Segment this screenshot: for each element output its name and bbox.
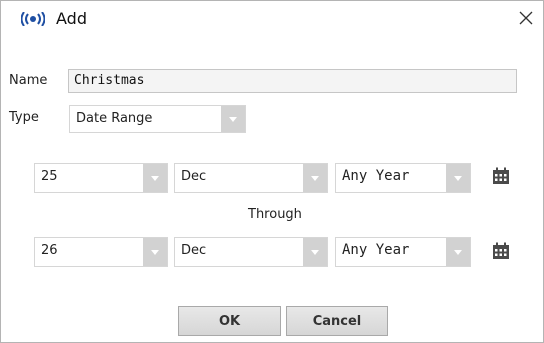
close-icon [519, 11, 533, 25]
chevron-down-icon [303, 238, 327, 266]
chevron-down-icon [446, 238, 470, 266]
ok-button[interactable]: OK [178, 306, 281, 336]
type-dropdown[interactable]: Date Range [69, 105, 246, 133]
end-month-value: Dec [181, 243, 207, 258]
start-day-dropdown[interactable]: 25 [34, 163, 168, 193]
dialog-title: Add [56, 9, 87, 28]
type-label: Type [9, 110, 39, 125]
end-year-value: Any Year [342, 242, 410, 258]
chevron-down-icon [303, 164, 327, 192]
name-label: Name [9, 73, 48, 88]
start-year-value: Any Year [342, 168, 410, 184]
end-year-dropdown[interactable]: Any Year [335, 237, 471, 267]
dialog-titlebar: Add [1, 1, 543, 37]
through-label: Through [248, 207, 302, 222]
name-field[interactable]: Christmas [68, 69, 517, 93]
end-day-dropdown[interactable]: 26 [34, 237, 168, 267]
calendar-icon[interactable] [492, 167, 510, 185]
calendar-icon[interactable] [492, 242, 510, 260]
start-day-value: 25 [41, 169, 58, 184]
type-value: Date Range [76, 111, 153, 126]
broadcast-icon [21, 12, 45, 26]
end-day-value: 26 [41, 243, 58, 258]
start-year-dropdown[interactable]: Any Year [335, 163, 471, 193]
close-button[interactable] [513, 5, 539, 31]
chevron-down-icon [446, 164, 470, 192]
chevron-down-icon [143, 238, 167, 266]
start-month-value: Dec [181, 169, 207, 184]
chevron-down-icon [143, 164, 167, 192]
add-dialog: Add Name Christmas Type Date Range 25 De… [0, 0, 544, 343]
end-month-dropdown[interactable]: Dec [174, 237, 328, 267]
chevron-down-icon [221, 106, 245, 132]
cancel-button[interactable]: Cancel [286, 306, 388, 336]
start-month-dropdown[interactable]: Dec [174, 163, 328, 193]
